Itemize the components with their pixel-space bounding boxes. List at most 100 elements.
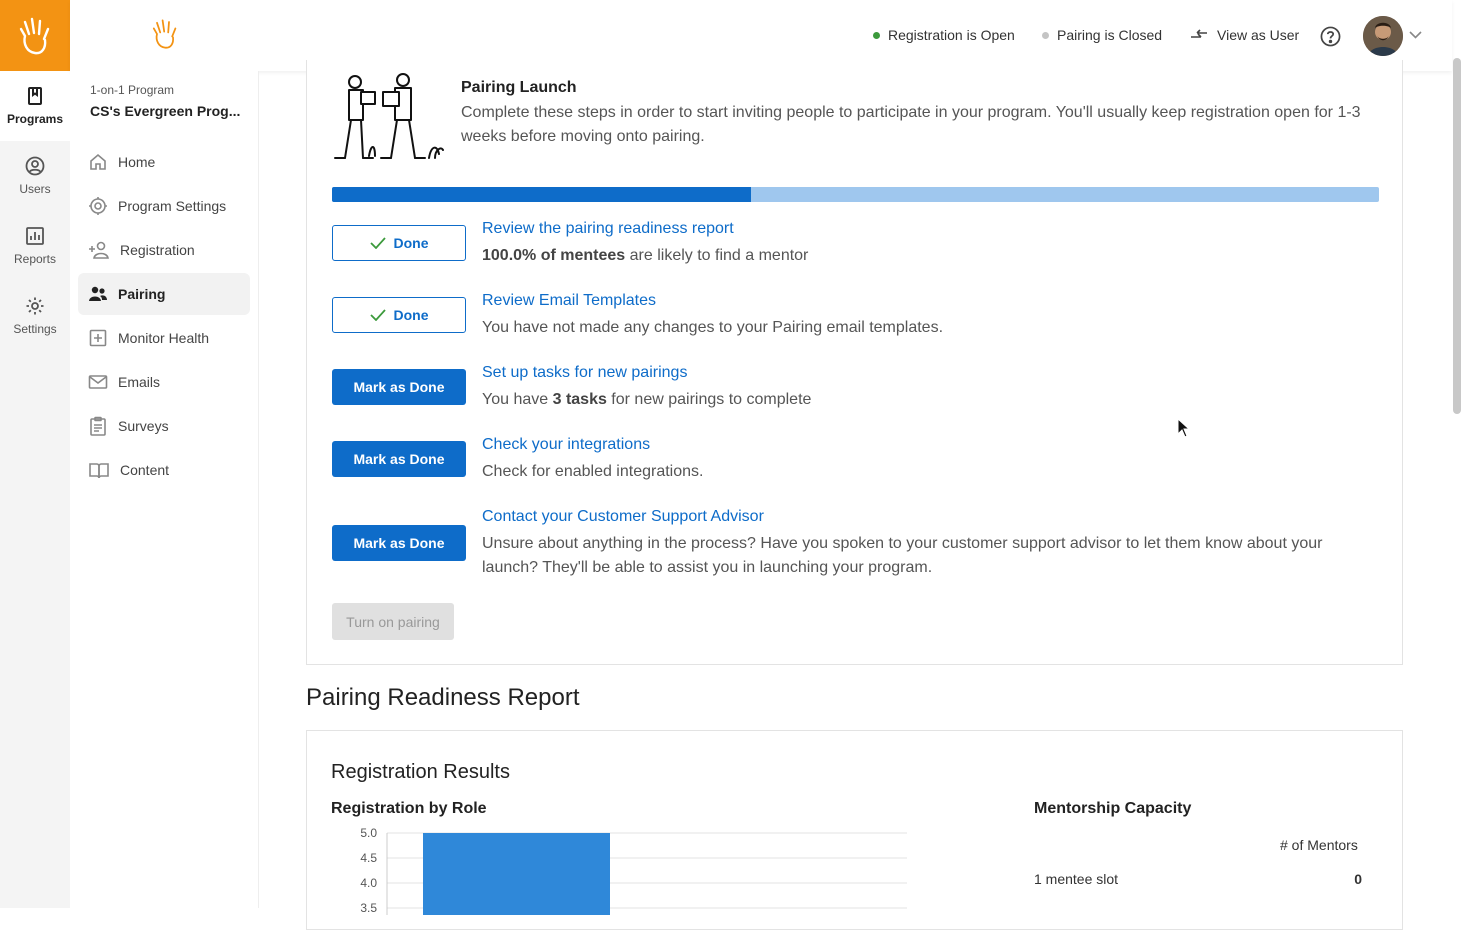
avatar[interactable]	[1363, 16, 1403, 56]
mark-as-done-button[interactable]: Mark as Done	[332, 525, 466, 561]
y-tick-label: 5.0	[360, 826, 377, 840]
sidebar-item-label: Content	[120, 462, 170, 478]
rail-label: Programs	[6, 112, 64, 126]
rail-item-programs[interactable]: Programs	[0, 71, 70, 141]
step-desc-bold: 100.0% of mentees	[482, 247, 626, 264]
step-description: You have 3 tasks for new pairings to com…	[482, 388, 1372, 412]
turn-on-pairing-button[interactable]: Turn on pairing	[332, 603, 454, 640]
step-description: You have not made any changes to your Pa…	[482, 319, 944, 336]
status-dot-open	[873, 31, 880, 39]
rail-label: Settings	[13, 322, 57, 336]
sidebar-item-registration[interactable]: Registration	[78, 229, 250, 271]
step-desc-bold: 3 tasks	[552, 391, 607, 408]
registration-status-label: Registration is Open	[888, 27, 1015, 43]
launch-progress-bar	[332, 187, 1379, 202]
sidebar-item-home[interactable]: Home	[78, 141, 250, 183]
bookmark-icon	[28, 87, 42, 105]
swap-arrows-icon	[1191, 29, 1207, 38]
registration-results-card: Registration Results Registration by Rol…	[306, 730, 1403, 930]
sidebar-item-program-settings[interactable]: Program Settings	[78, 185, 250, 227]
avatar-image	[1363, 16, 1403, 56]
mouse-cursor-icon	[1177, 418, 1191, 438]
sidebar-item-pairing[interactable]: Pairing	[78, 273, 250, 315]
y-tick-label: 3.5	[360, 901, 377, 915]
step-description: Unsure about anything in the process? Ha…	[482, 535, 1323, 576]
chart-bar[interactable]	[423, 833, 610, 915]
home-icon	[90, 153, 106, 170]
chart-title: Registration by Role	[331, 800, 487, 817]
sidebar-item-label: Registration	[120, 242, 195, 258]
registration-results-title: Registration Results	[331, 761, 510, 783]
sidebar-item-emails[interactable]: Emails	[78, 361, 250, 403]
launch-description: Complete these steps in order to start i…	[461, 104, 1361, 145]
check-icon	[369, 309, 386, 321]
check-icon	[369, 237, 386, 249]
done-label: Done	[393, 235, 429, 251]
people-illustration	[334, 73, 444, 159]
app-logo[interactable]	[0, 0, 70, 71]
user-circle-icon	[25, 156, 45, 176]
add-user-icon	[89, 241, 109, 259]
page-scrollbar[interactable]	[1453, 58, 1461, 414]
sidebar-item-label: Program Settings	[118, 198, 227, 214]
gear-icon	[26, 297, 44, 315]
step-desc-text: for new pairings to complete	[606, 391, 812, 408]
hand-logo-icon	[19, 17, 50, 54]
capacity-row-label: 1 mentee slot	[1034, 871, 1119, 887]
clipboard-icon	[90, 416, 106, 436]
step-title-link[interactable]: Review Email Templates	[482, 292, 656, 310]
pairing-status: Pairing is Closed	[1042, 27, 1162, 43]
step-title-link[interactable]: Contact your Customer Support Advisor	[482, 508, 764, 526]
rail-item-settings[interactable]: Settings	[0, 281, 70, 351]
capacity-title: Mentorship Capacity	[1034, 800, 1192, 817]
envelope-icon	[88, 375, 108, 389]
capacity-row-value: 0	[1354, 871, 1362, 887]
status-dot-closed	[1042, 31, 1049, 39]
step-title-link[interactable]: Set up tasks for new pairings	[482, 364, 687, 382]
rail-label: Users	[19, 182, 51, 196]
program-name[interactable]: CS's Evergreen Prog...	[90, 103, 240, 119]
mark-as-done-button[interactable]: Mark as Done	[332, 441, 466, 477]
pairing-status-label: Pairing is Closed	[1057, 27, 1163, 43]
capacity-row: 1 mentee slot 0	[1034, 871, 1362, 887]
step-desc-prefix: You have	[482, 391, 553, 408]
bar-chart-icon	[26, 227, 44, 245]
progress-fill	[332, 187, 751, 202]
sidebar-item-label: Pairing	[118, 286, 166, 302]
view-as-user-label: View as User	[1217, 27, 1300, 43]
step-description: Check for enabled integrations.	[482, 463, 704, 480]
rail-item-users[interactable]: Users	[0, 141, 70, 211]
mark-as-done-button[interactable]: Mark as Done	[332, 369, 466, 405]
done-button[interactable]: Done	[332, 225, 466, 261]
sidebar-item-content[interactable]: Content	[78, 449, 250, 491]
help-icon[interactable]	[1320, 26, 1341, 47]
rail-label: Reports	[13, 252, 57, 266]
y-tick-label: 4.0	[360, 876, 377, 890]
step-description: 100.0% of mentees are likely to find a m…	[482, 244, 1372, 268]
sidebar-item-monitor-health[interactable]: Monitor Health	[78, 317, 250, 359]
view-as-user-button[interactable]: View as User	[1189, 27, 1299, 43]
plus-square-icon	[89, 329, 107, 347]
y-tick-label: 4.5	[360, 851, 377, 865]
people-icon	[89, 286, 107, 301]
capacity-header: # of Mentors	[1280, 837, 1358, 853]
program-nav: Home Program Settings Registration Pairi…	[78, 141, 250, 493]
step-title-link[interactable]: Check your integrations	[482, 436, 650, 454]
gear-icon	[89, 197, 107, 215]
registration-status: Registration is Open	[873, 27, 1015, 43]
launch-title: Pairing Launch	[461, 79, 577, 96]
sidebar-item-surveys[interactable]: Surveys	[78, 405, 250, 447]
done-label: Done	[393, 307, 429, 323]
app-rail: Programs Users Reports Settings	[0, 0, 70, 908]
step-title-link[interactable]: Review the pairing readiness report	[482, 220, 734, 238]
chevron-down-icon[interactable]	[1409, 31, 1422, 39]
done-button[interactable]: Done	[332, 297, 466, 333]
brand-logo[interactable]	[150, 18, 180, 55]
program-sidebar: 1-on-1 Program CS's Evergreen Prog... Ho…	[70, 71, 259, 908]
hand-logo-icon	[152, 19, 177, 49]
pairing-launch-card: Pairing Launch Complete these steps in o…	[306, 60, 1403, 665]
book-icon	[89, 463, 109, 479]
sidebar-item-label: Monitor Health	[118, 330, 210, 346]
rail-item-reports[interactable]: Reports	[0, 211, 70, 281]
sidebar-item-label: Surveys	[118, 418, 169, 434]
